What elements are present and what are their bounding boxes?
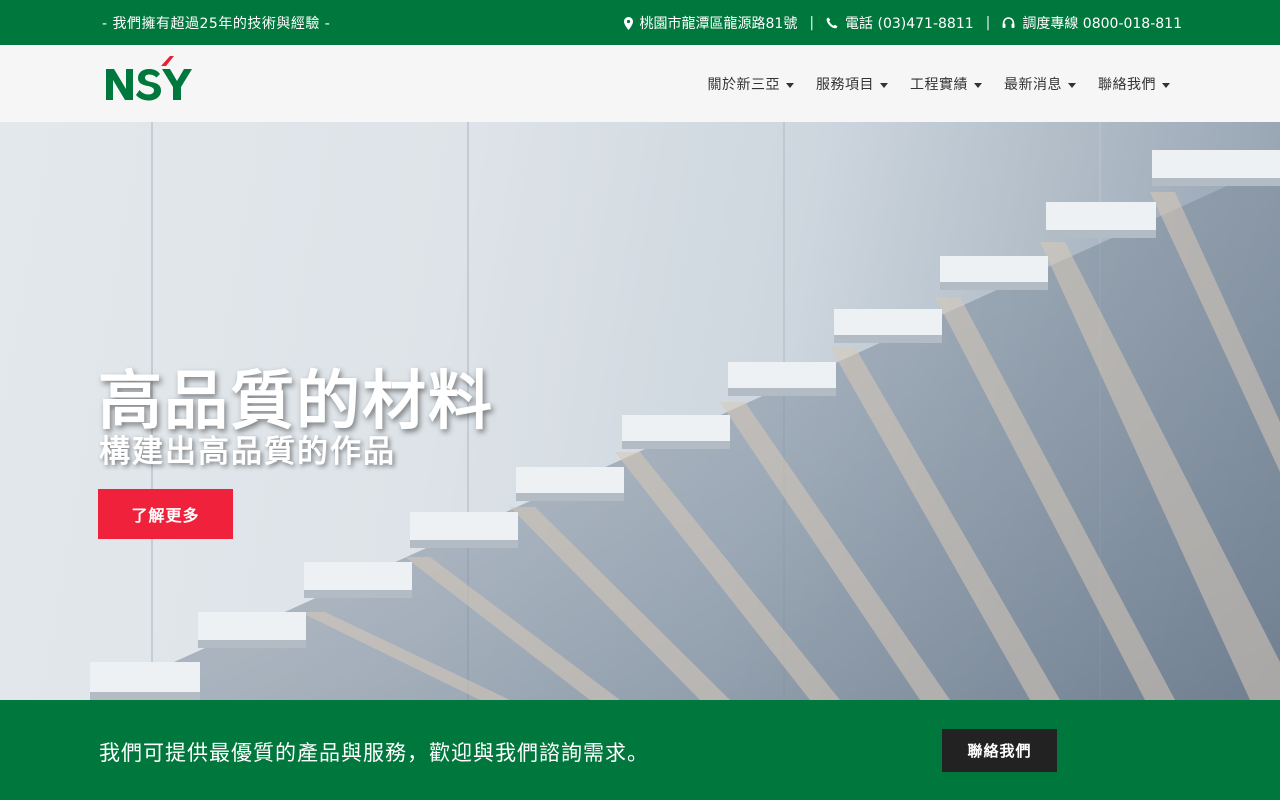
separator: | [985,15,991,31]
top-bar: - 我們擁有超過25年的技術與經驗 - 桃園市龍潭區龍源路81號 | 電話 (0… [0,0,1280,45]
hero-banner: 高品質的材料 構建出高品質的作品 了解更多 [0,122,1280,700]
site-header: 關於新三亞 服務項目 工程實績 最新消息 聯絡我們 [0,45,1280,122]
nav-item-services[interactable]: 服務項目 [816,74,888,94]
nav-item-about[interactable]: 關於新三亞 [708,74,794,94]
address-item: 桃園市龍潭區龍源路81號 [623,13,798,33]
address-text: 桃園市龍潭區龍源路81號 [639,16,798,32]
nav-item-news[interactable]: 最新消息 [1004,74,1076,94]
nav-item-label[interactable]: 關於新三亞 [708,74,781,94]
map-pin-icon [623,16,633,30]
chevron-down-icon [1068,82,1076,88]
hotline-text[interactable]: 調度專線 0800-018-811 [1022,13,1182,33]
chevron-down-icon [786,82,794,88]
nav-item-label[interactable]: 服務項目 [816,74,874,94]
hotline-item[interactable]: 調度專線 0800-018-811 [1002,13,1182,33]
tagline: - 我們擁有超過25年的技術與經驗 - [102,16,331,32]
contact-us-button[interactable]: 聯絡我們 [942,729,1057,772]
hero-subtitle: 構建出高品質的作品 [99,434,396,470]
phone-text[interactable]: 電話 (03)471-8811 [845,13,974,33]
separator: | [809,15,815,31]
nav-item-projects[interactable]: 工程實績 [910,74,982,94]
learn-more-button[interactable]: 了解更多 [98,489,233,539]
nav-item-label[interactable]: 最新消息 [1004,74,1062,94]
nav-item-label[interactable]: 工程實績 [910,74,968,94]
cta-bar: 我們可提供最優質的產品與服務，歡迎與我們諮詢需求。 聯絡我們 [0,700,1280,800]
phone-icon [826,17,838,29]
headset-icon [1002,17,1015,29]
nav-item-contact[interactable]: 聯絡我們 [1098,74,1170,94]
chevron-down-icon [974,82,982,88]
chevron-down-icon [1162,82,1170,88]
phone-item[interactable]: 電話 (03)471-8811 [826,13,974,33]
chevron-down-icon [880,82,888,88]
main-nav: 關於新三亞 服務項目 工程實績 最新消息 聯絡我們 [708,74,1170,94]
contact-info: 桃園市龍潭區龍源路81號 | 電話 (03)471-8811 | 調度專線 08… [623,13,1182,33]
cta-text: 我們可提供最優質的產品與服務，歡迎與我們諮詢需求。 [99,741,649,765]
site-logo[interactable] [104,55,196,103]
nav-item-label[interactable]: 聯絡我們 [1098,74,1156,94]
